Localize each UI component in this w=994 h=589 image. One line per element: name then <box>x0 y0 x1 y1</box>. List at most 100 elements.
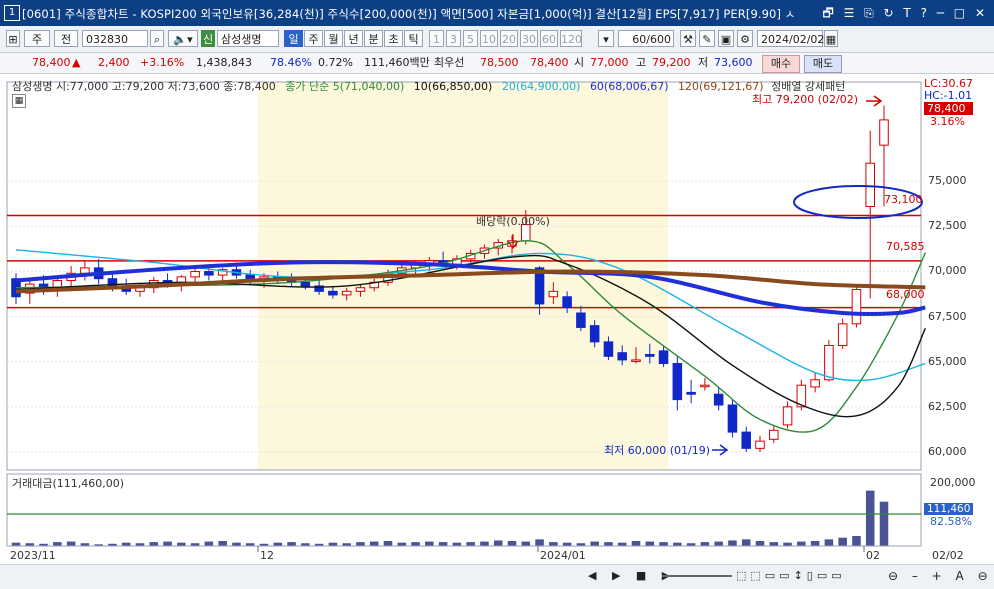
low-note: 최저 60,000 (01/19) <box>604 444 711 457</box>
search-icon[interactable]: ⌕ <box>150 30 164 47</box>
volume-bar <box>149 542 159 546</box>
candle-body <box>355 287 366 292</box>
volume-bar <box>852 536 861 546</box>
volume-bar <box>466 542 475 546</box>
credit-badge: 신 <box>201 30 215 47</box>
x-label-02: 02 <box>866 549 880 562</box>
minute-button[interactable]: 30 <box>520 30 538 47</box>
code-input[interactable]: 032830 <box>82 30 148 47</box>
volume-bar <box>838 537 847 546</box>
link-icon[interactable]: ⊞ <box>6 30 20 47</box>
open-price: 77,000 <box>590 56 629 69</box>
quote-bar: 78,400 ▲ 2,400 +3.16% 1,438,843 78.46% 0… <box>0 53 994 74</box>
period-button[interactable]: 년 <box>344 30 363 47</box>
period-button[interactable]: 주 <box>304 30 323 47</box>
candle-body <box>755 440 765 449</box>
period-button[interactable]: 초 <box>384 30 403 47</box>
x-label-2024-01: 2024/01 <box>540 549 586 562</box>
status-bar: ◀ ▶ ■ ▶ ⬚⬚▭▭↕▯▭▭ ⊖ – + A ⊖ ⊞ <box>0 564 994 589</box>
period-button[interactable]: 월 <box>324 30 343 47</box>
volume-bar <box>218 541 227 546</box>
high-price: 79,200 <box>652 56 691 69</box>
market-select[interactable]: 주 <box>24 30 50 47</box>
candle-body <box>603 341 614 357</box>
sound-icon[interactable]: 🔈▾ <box>168 30 198 47</box>
table-icon[interactable]: ▦ <box>12 94 26 108</box>
candle-body <box>328 290 338 296</box>
candle-body <box>851 289 862 325</box>
candle-body <box>782 406 793 426</box>
buy-button[interactable]: 매수 <box>762 55 800 73</box>
candle-body <box>741 431 751 449</box>
count-input[interactable]: 60/600 <box>618 30 674 47</box>
period-button[interactable]: 일 <box>284 30 303 47</box>
high-note: 최고 79,200 (02/02) <box>752 93 859 106</box>
volume-bar <box>645 541 655 546</box>
y-tick-label: 70,000 <box>928 264 967 278</box>
ask-price: 78,500 <box>480 56 519 69</box>
candle-body <box>341 290 352 296</box>
change: 2,400 <box>98 56 130 69</box>
volume-bar <box>769 542 779 546</box>
volume-bar <box>425 541 434 546</box>
volume-bar <box>728 540 737 546</box>
volume-bar <box>480 541 489 546</box>
date-input[interactable]: 2024/02/02 <box>757 30 824 47</box>
candle-body <box>300 281 311 287</box>
last-price-tag: 78,400 <box>924 102 973 115</box>
candle-body <box>80 267 90 274</box>
volume-bar <box>438 542 448 546</box>
candle-body <box>617 352 627 361</box>
draw-icon[interactable]: ✎ <box>699 30 715 47</box>
candle-body <box>686 391 696 395</box>
zoom-icons[interactable]: ⬚⬚▭▭↕▯▭▭ <box>736 569 846 582</box>
open-label: 시 <box>574 56 585 69</box>
volume-bar <box>521 541 531 546</box>
stock-chart[interactable]: 2023/11 12 2024/01 02 02/02 <box>0 74 994 588</box>
vol-ratio: 78.46% <box>270 56 312 69</box>
bid-price: 78,400 <box>530 56 569 69</box>
volume-current-pct: 82.58% <box>930 515 972 528</box>
period-select[interactable]: 전 <box>54 30 78 47</box>
minute-button[interactable]: 20 <box>500 30 518 47</box>
volume-bar <box>66 541 76 546</box>
candle-body <box>769 429 779 440</box>
candle-body <box>645 354 655 357</box>
candle-body <box>576 312 586 328</box>
candle-body <box>548 290 559 298</box>
candle-body <box>700 384 710 388</box>
scroll-track[interactable] <box>662 575 732 577</box>
window-controls[interactable]: 🗗 ☰ ⎘ ↻ T ? ─ □ ✕ <box>822 4 988 25</box>
dividend-note: 배당락(0.00%) <box>476 215 550 228</box>
volume-bar <box>810 541 820 546</box>
sell-button[interactable]: 매도 <box>804 55 842 73</box>
legend-ma5: 종가 단순 5(71,040,00) <box>285 80 405 93</box>
zoom-controls[interactable]: ⊖ – + A ⊖ ⊞ <box>888 569 994 583</box>
hc-value: HC:-1.01 <box>924 89 973 102</box>
save-icon[interactable]: ▣ <box>718 30 734 47</box>
period-button[interactable]: 틱 <box>404 30 423 47</box>
low-label: 저 <box>698 56 709 69</box>
amount: 111,460백만 <box>364 56 430 69</box>
calendar-icon[interactable]: ▦ <box>824 30 838 47</box>
minute-button[interactable]: 10 <box>480 30 498 47</box>
y-tick-label: 72,500 <box>928 219 967 233</box>
volume-bar <box>204 541 214 546</box>
gear-icon[interactable]: ⚙ <box>737 30 753 47</box>
chevron-down-icon[interactable]: ▾ <box>598 30 614 47</box>
volume-bar <box>549 542 558 546</box>
period-button[interactable]: 분 <box>364 30 383 47</box>
y-tick-label: 62,500 <box>928 399 967 413</box>
minute-button[interactable]: 3 <box>446 30 461 47</box>
minute-button[interactable]: 60 <box>540 30 558 47</box>
volume-bar <box>369 541 379 546</box>
volume-bar <box>535 539 544 546</box>
window-number: 1 <box>4 5 20 21</box>
minute-button[interactable]: 5 <box>463 30 478 47</box>
candle-body <box>824 344 834 381</box>
last-pct: 3.16% <box>930 115 965 128</box>
minute-button[interactable]: 120 <box>560 30 582 47</box>
minute-button[interactable]: 1 <box>429 30 444 47</box>
tools-icon[interactable]: ⚒ <box>680 30 696 47</box>
price-legend: 삼성생명 시:77,000 고:79,200 저:73,600 종:78,400… <box>12 78 845 94</box>
